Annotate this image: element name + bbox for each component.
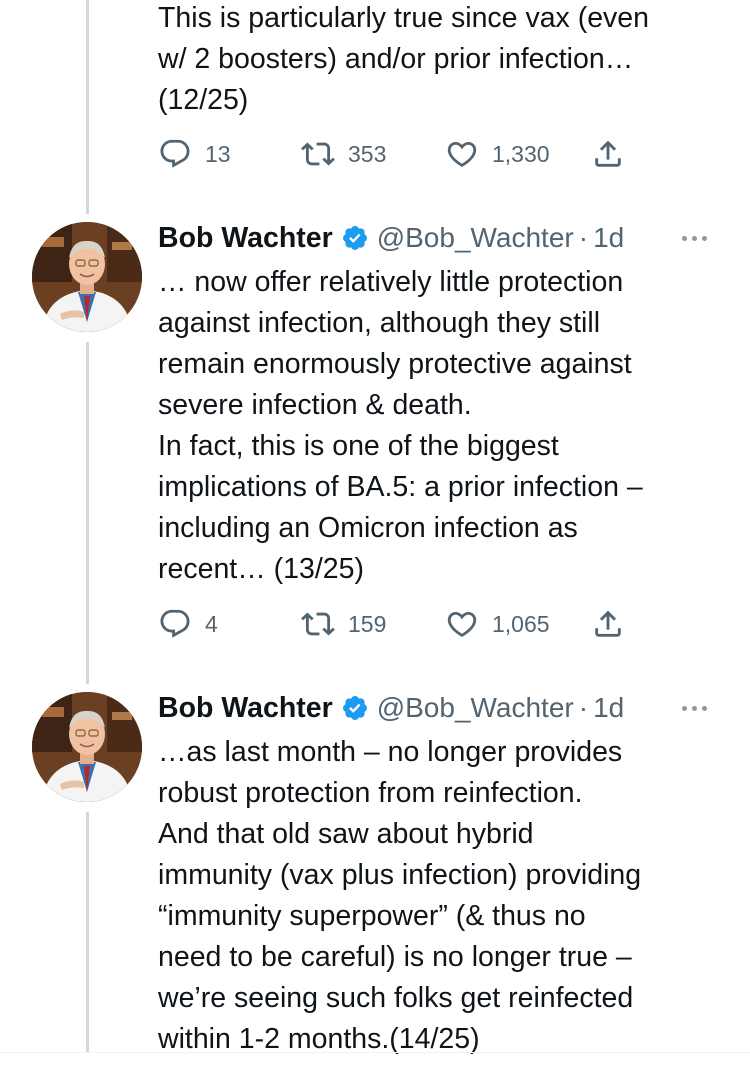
verified-badge-icon (341, 694, 369, 722)
thread-line (86, 812, 89, 1052)
heart-icon (445, 607, 479, 641)
reply-icon (158, 137, 192, 171)
share-icon (591, 137, 625, 171)
tweet-actions: 4 159 1,065 (158, 604, 638, 644)
separator-dot: · (578, 692, 589, 723)
tweet-header: Bob Wachter @Bob_Wachter · 1d (158, 218, 624, 258)
like-count: 1,330 (492, 140, 550, 167)
author-handle[interactable]: @Bob_Wachter (377, 222, 574, 254)
like-count: 1,065 (492, 610, 550, 637)
tweet-header: Bob Wachter @Bob_Wachter · 1d (158, 688, 624, 728)
avatar-photo (32, 222, 142, 332)
retweet-icon (301, 137, 335, 171)
retweet-count: 353 (348, 140, 387, 167)
reply-count: 4 (205, 610, 218, 637)
reply-button[interactable]: 13 (158, 134, 231, 174)
share-button[interactable] (591, 134, 625, 174)
reply-button[interactable]: 4 (158, 604, 218, 644)
author-handle[interactable]: @Bob_Wachter (377, 692, 574, 724)
share-button[interactable] (591, 604, 625, 644)
tweet-actions: 13 353 1,330 (158, 134, 638, 174)
retweet-count: 159 (348, 610, 387, 637)
more-options-icon[interactable] (682, 706, 707, 711)
more-options-icon[interactable] (682, 236, 707, 241)
verified-badge-icon (341, 224, 369, 252)
tweet-time[interactable]: 1d (593, 692, 624, 724)
thread-line (86, 342, 89, 684)
tweet-time[interactable]: 1d (593, 222, 624, 254)
thread-line (86, 0, 89, 214)
retweet-button[interactable]: 353 (301, 134, 386, 174)
author-name[interactable]: Bob Wachter (158, 222, 333, 255)
separator-dot: · (578, 222, 589, 253)
avatar[interactable] (32, 692, 142, 802)
retweet-button[interactable]: 159 (301, 604, 386, 644)
retweet-icon (301, 607, 335, 641)
like-button[interactable]: 1,065 (445, 604, 550, 644)
reply-icon (158, 607, 192, 641)
tweet-text: …as last month – no longer provides robu… (158, 736, 642, 1055)
share-icon (591, 607, 625, 641)
avatar[interactable] (32, 222, 142, 332)
tweet-text: This is particularly true since vax (eve… (158, 2, 650, 116)
like-button[interactable]: 1,330 (445, 134, 550, 174)
avatar-photo (32, 692, 142, 802)
reply-count: 13 (205, 140, 231, 167)
heart-icon (445, 137, 479, 171)
author-name[interactable]: Bob Wachter (158, 692, 333, 725)
tweet-text: … now offer relatively little protection… (158, 266, 643, 585)
divider (0, 1052, 750, 1053)
